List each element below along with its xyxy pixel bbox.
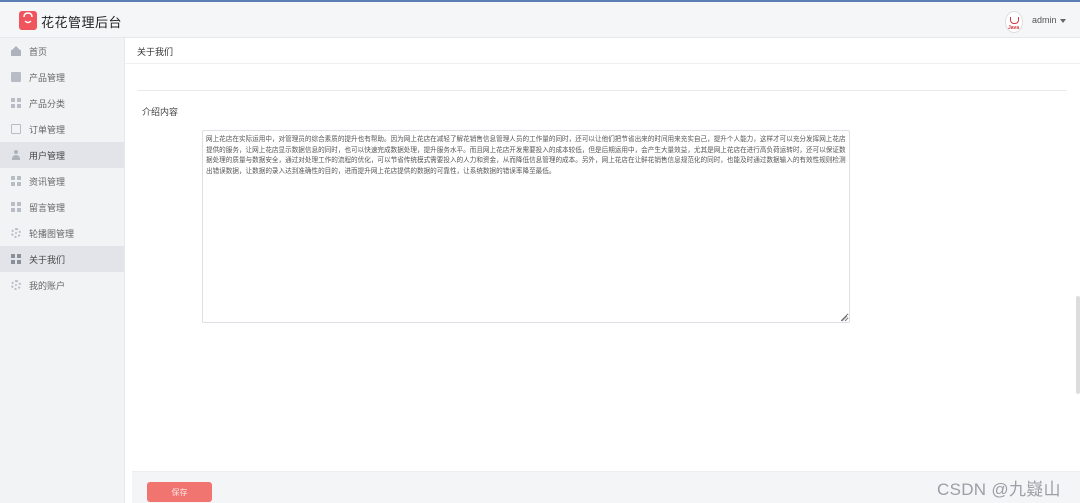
user-name: admin bbox=[1032, 15, 1057, 25]
sidebar-item-label: 首页 bbox=[29, 46, 48, 57]
breadcrumb: 关于我们 bbox=[137, 47, 174, 57]
sidebar-item-carousel[interactable]: 轮播图管理 bbox=[0, 220, 124, 246]
grid-icon bbox=[11, 98, 21, 108]
sidebar-item-label: 订单管理 bbox=[29, 124, 66, 135]
gear-icon bbox=[11, 228, 21, 238]
grid-icon bbox=[11, 254, 21, 264]
sidebar-item-label: 留言管理 bbox=[29, 202, 66, 213]
sidebar-item-categories[interactable]: 产品分类 bbox=[0, 90, 124, 116]
sidebar-item-label: 产品分类 bbox=[29, 98, 66, 109]
gear-icon bbox=[11, 280, 21, 290]
sidebar-item-users[interactable]: 用户管理 bbox=[0, 142, 124, 168]
sidebar-item-orders[interactable]: 订单管理 bbox=[0, 116, 124, 142]
avatar-text: Java bbox=[1008, 25, 1020, 31]
content-textarea[interactable]: 网上花店在实际运用中，对管理员的综合素质的提升也有帮助。因为网上花店在减轻了解花… bbox=[202, 130, 850, 323]
sidebar-item-label: 产品管理 bbox=[29, 72, 66, 83]
grid-icon bbox=[11, 202, 21, 212]
sidebar-item-about[interactable]: 关于我们 bbox=[0, 246, 124, 272]
divider bbox=[125, 63, 1080, 64]
sidebar-item-account[interactable]: 我的账户 bbox=[0, 272, 124, 298]
content-field-label: 介绍内容 bbox=[142, 107, 179, 117]
sidebar-item-label: 我的账户 bbox=[29, 280, 66, 291]
app-brand-title: 花花管理后台 bbox=[41, 15, 123, 30]
top-header: 花花管理后台 Java admin bbox=[0, 0, 1080, 38]
scrollbar[interactable] bbox=[1076, 296, 1080, 394]
home-icon bbox=[11, 46, 21, 56]
save-button[interactable]: 保存 bbox=[147, 482, 212, 502]
chevron-down-icon bbox=[1059, 18, 1066, 23]
shopping-bag-icon bbox=[19, 11, 37, 30]
sidebar-item-products[interactable]: 产品管理 bbox=[0, 64, 124, 90]
sidebar-item-label: 资讯管理 bbox=[29, 176, 66, 187]
box-icon bbox=[11, 72, 21, 82]
java-logo-icon[interactable]: Java bbox=[1005, 11, 1023, 33]
grid-icon bbox=[11, 176, 21, 186]
sidebar: 首页 产品管理 产品分类 订单管理 用户管理 资讯管理 留言管理 轮播图管理 关… bbox=[0, 38, 125, 503]
main-content: 关于我们 介绍内容 网上花店在实际运用中，对管理员的综合素质的提升也有帮助。因为… bbox=[125, 38, 1080, 503]
divider bbox=[137, 90, 1067, 91]
person-icon bbox=[11, 150, 21, 160]
sidebar-item-label: 轮播图管理 bbox=[29, 228, 75, 239]
sidebar-item-label: 用户管理 bbox=[29, 150, 66, 161]
sidebar-item-news[interactable]: 资讯管理 bbox=[0, 168, 124, 194]
user-menu[interactable]: admin bbox=[1032, 15, 1066, 25]
clipboard-icon bbox=[11, 124, 21, 134]
resize-handle-icon[interactable] bbox=[840, 314, 848, 322]
sidebar-item-messages[interactable]: 留言管理 bbox=[0, 194, 124, 220]
watermark: CSDN @九嶷山 bbox=[937, 480, 1061, 499]
sidebar-item-label: 关于我们 bbox=[29, 254, 66, 265]
sidebar-item-home[interactable]: 首页 bbox=[0, 38, 124, 64]
